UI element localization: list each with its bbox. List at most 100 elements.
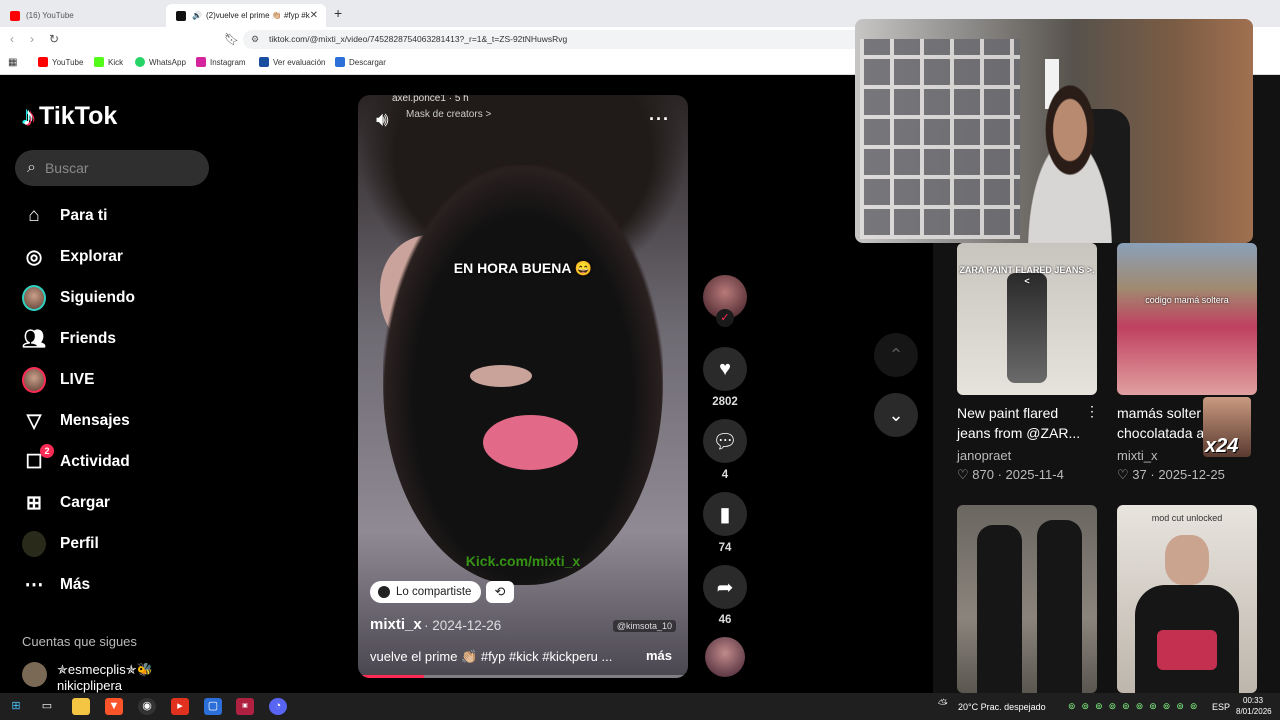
heart-icon: ♥ — [719, 357, 731, 380]
recommended-thumb[interactable]: mod cut unlocked — [1117, 505, 1257, 693]
card-title[interactable]: New paint flared jeans from @ZAR... — [957, 403, 1092, 443]
tiktok-note-icon: ♪ — [22, 101, 35, 131]
video-date: · 2024-12-26 — [424, 618, 502, 633]
new-tab-button[interactable]: + — [334, 5, 342, 21]
following-section-title: Cuentas que sigues — [22, 634, 137, 649]
system-tray-icons[interactable]: ⊚⊚⊚⊚⊚⊚⊚⊚⊚⊚ — [1068, 701, 1203, 712]
previous-video-button[interactable]: ⌃ — [874, 333, 918, 377]
sidebar-item-explorar[interactable]: ◎ Explorar — [22, 244, 123, 270]
heart-outline-icon: ♡ — [1117, 467, 1129, 482]
comment-button[interactable]: 💬︎ — [703, 419, 747, 463]
avatar-icon — [22, 285, 46, 311]
sidebar-item-label: Explorar — [60, 248, 123, 265]
bookmark-descargar[interactable]: Descargar — [335, 57, 386, 67]
kick-watermark: Kick.com/mixti_x — [465, 553, 581, 569]
discord-icon[interactable]: ◔ — [269, 698, 287, 715]
apps-icon[interactable]: ▦ — [8, 57, 17, 68]
card-user[interactable]: janopraet — [957, 448, 1011, 463]
shared-badge[interactable]: Lo compartiste — [370, 581, 482, 603]
video-credit: @kimsota_10 — [612, 620, 676, 632]
sidebar-item-label: Siguiendo — [60, 289, 135, 306]
card-title[interactable]: mamás solter chocolatada a — [1117, 403, 1207, 443]
sidebar-item-label: LIVE — [60, 371, 95, 388]
recommended-thumb[interactable] — [957, 505, 1097, 693]
search-box[interactable]: ⌕ — [15, 150, 209, 186]
sidebar-item-cargar[interactable]: ⊞ Cargar — [22, 490, 110, 516]
tab-tiktok[interactable]: 🔊 (2)vuelve el prime 👏🏼 #fyp #k ✕ — [166, 4, 326, 27]
sidebar-item-mensajes[interactable]: ▽ Mensajes — [22, 408, 130, 434]
sidebar-item-mas[interactable]: ⋯ Más — [22, 572, 91, 598]
sidebar-item-label: Cargar — [60, 494, 110, 511]
task-view-icon[interactable]: ▭ — [38, 698, 56, 715]
tab-youtube[interactable]: (16) YouTube — [0, 4, 165, 27]
video-author[interactable]: mixti_x — [370, 616, 422, 633]
weather-text[interactable]: 20°C Prac. despejado — [958, 702, 1046, 712]
windows-taskbar: ⊞ ▭ ▼ ◉ ▸ ▢ ▣ ◔ ⛅︎ 20°C Prac. despejado … — [0, 693, 1280, 720]
search-icon: ⌕ — [27, 159, 36, 176]
bookmark-kick[interactable]: Kick — [94, 57, 123, 67]
tab-label: (16) YouTube — [26, 11, 74, 20]
save-count: 74 — [718, 542, 732, 554]
sidebar-item-siguiendo[interactable]: Siguiendo — [22, 285, 135, 311]
bookmark-icon[interactable]: 🔖︎ — [224, 32, 239, 46]
url-field[interactable]: ⚙ tiktok.com/@mixti_x/video/745282875406… — [243, 30, 883, 49]
music-disc-avatar[interactable] — [705, 637, 745, 677]
app-icon[interactable]: ▸ — [171, 698, 189, 715]
save-button[interactable]: ▮ — [703, 492, 747, 536]
reload-icon[interactable]: ↻ — [49, 32, 59, 46]
next-video-button[interactable]: ⌄ — [874, 393, 918, 437]
site-info-icon[interactable]: ⚙ — [251, 30, 259, 49]
logo-text: TikTok — [39, 102, 118, 130]
video-progress-bar[interactable] — [358, 675, 688, 678]
sidebar-item-actividad[interactable]: ☐ 2 Actividad — [22, 444, 130, 475]
recommended-thumb[interactable]: codigo mamá soltera — [1117, 243, 1257, 395]
video-player[interactable]: axel.ponce1 · 5 h Mask de creators > 🔊︎ … — [358, 95, 688, 678]
volume-icon[interactable]: 🔊︎ — [376, 109, 389, 132]
comment-count: 4 — [721, 469, 729, 481]
brave-browser-icon[interactable]: ▼ — [105, 698, 123, 715]
bookmark-label: Descargar — [349, 57, 386, 67]
language-indicator[interactable]: ESP — [1212, 702, 1230, 712]
tiktok-icon — [176, 10, 186, 21]
card-user[interactable]: mixti_x — [1117, 448, 1157, 463]
following-account[interactable]: ✯esmecplis✯🐝 nikicplipera — [22, 662, 153, 694]
obs-icon[interactable]: ◉ — [138, 698, 156, 715]
search-input[interactable] — [44, 160, 185, 176]
repost-icon[interactable]: ⟲ — [486, 581, 514, 603]
bookmark-youtube[interactable]: YouTube — [38, 57, 83, 67]
more-link[interactable]: más — [646, 648, 672, 663]
back-icon[interactable]: ‹ — [10, 32, 14, 46]
bookmark-instagram[interactable]: Instagram — [196, 57, 246, 67]
bookmark-label: Kick — [108, 57, 124, 67]
clock-time[interactable]: 00:33 — [1243, 696, 1263, 705]
app-icon[interactable]: ▢ — [204, 698, 222, 715]
card-stats: ♡ 870 · 2025-11-4 — [957, 467, 1064, 482]
more-options-icon[interactable]: ··· — [649, 109, 670, 130]
webcam-person — [1005, 79, 1135, 243]
bookmark-ver-evaluacion[interactable]: Ver evaluación — [259, 57, 325, 67]
progress-fill — [358, 675, 424, 678]
forward-icon[interactable]: › — [30, 32, 34, 46]
bookmark-whatsapp[interactable]: WhatsApp — [135, 57, 186, 67]
sidebar-item-perfil[interactable]: Perfil — [22, 531, 99, 557]
creator-avatar[interactable]: ✓ — [703, 275, 747, 327]
sidebar-item-label: Mensajes — [60, 412, 130, 429]
sidebar-item-label: Más — [60, 576, 91, 593]
chevron-up-icon: ⌃ — [888, 344, 904, 365]
sidebar-item-friends[interactable]: 👥︎ Friends — [22, 326, 116, 352]
clock-date[interactable]: 8/01/2026 — [1236, 707, 1272, 716]
sidebar-item-para-ti[interactable]: ⌂ Para ti — [22, 203, 107, 229]
heart-outline-icon: ♡ — [957, 467, 969, 482]
like-button[interactable]: ♥ — [703, 347, 747, 391]
sidebar-item-live[interactable]: LIVE — [22, 367, 94, 393]
more-vertical-icon[interactable]: ⋮ — [1085, 403, 1099, 420]
windows-start-icon[interactable]: ⊞ — [7, 698, 25, 715]
file-explorer-icon[interactable] — [72, 698, 90, 715]
tiktok-logo[interactable]: ♪ TikTok — [22, 101, 117, 132]
share-button[interactable]: ➦ — [703, 565, 747, 609]
recommended-thumb[interactable]: ZARA PAINT FLARED JEANS >.< — [957, 243, 1097, 395]
close-tab-icon[interactable]: ✕ — [310, 10, 318, 21]
app-icon[interactable]: ▣ — [236, 698, 254, 715]
like-count: 2802 — [712, 396, 738, 408]
evaluation-icon — [259, 57, 269, 67]
